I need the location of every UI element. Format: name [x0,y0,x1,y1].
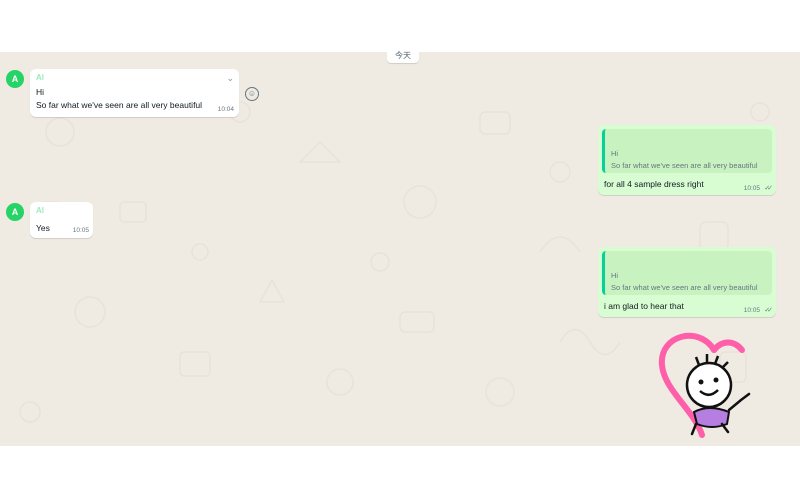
message-time: 10:05 [72,227,89,234]
incoming-message-bubble[interactable]: Al ⌄ Hi So far what we've seen are all v… [30,69,239,117]
message-text: Yes [36,223,50,233]
sticker-heart-character[interactable] [654,330,754,440]
quoted-text: Hi [611,149,619,158]
quoted-text: So far what we've seen are all very beau… [611,283,758,292]
avatar[interactable]: A [6,203,24,221]
message-time: 10:05 [743,307,760,314]
emoji-icon[interactable]: ☺ [245,87,259,101]
message-text: Hi [36,87,45,97]
quoted-message[interactable]: Hi So far what we've seen are all very b… [602,129,772,173]
quoted-text: So far what we've seen are all very beau… [611,161,758,170]
sender-name: Al [36,73,44,82]
outgoing-message-bubble[interactable]: Hi So far what we've seen are all very b… [598,125,776,195]
sender-name: Al [36,206,44,215]
message-text: for all 4 sample dress right [604,179,704,189]
date-divider: 今天 [387,48,419,63]
message-text: So far what we've seen are all very beau… [36,100,203,110]
outgoing-message-bubble[interactable]: Hi So far what we've seen are all very b… [598,247,776,317]
double-check-icon: ✓✓ [764,307,773,314]
double-check-icon: ✓✓ [764,185,773,192]
quoted-text: Hi [611,271,619,280]
incoming-message-bubble[interactable]: Al Yes 10:05 [30,202,93,238]
chevron-down-icon[interactable]: ⌄ [226,73,234,84]
message-time: 10:05 [743,185,760,192]
message-text: i am glad to hear that [604,301,684,311]
message-time: 10:04 [217,106,234,113]
quoted-message[interactable]: Hi So far what we've seen are all very b… [602,251,772,295]
avatar[interactable]: A [6,70,24,88]
